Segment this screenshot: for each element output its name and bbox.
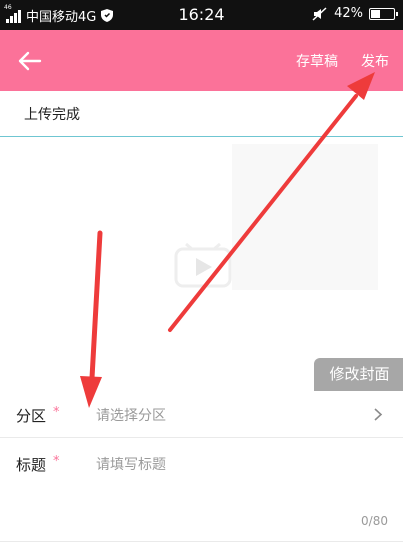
chevron-right-icon[interactable] [373, 407, 383, 422]
mute-icon [312, 6, 327, 21]
header-bar: 存草稿 发布 [0, 30, 403, 91]
status-right: 42% [312, 6, 398, 21]
upload-status-bar: 上传完成 [0, 91, 403, 137]
save-draft-button[interactable]: 存草稿 [296, 51, 338, 71]
title-row: 标题 * 请填写标题 0/80 [0, 438, 403, 542]
back-arrow-icon[interactable] [16, 47, 46, 75]
battery-percent: 42% [334, 6, 363, 21]
title-input[interactable]: 请填写标题 [96, 454, 166, 474]
status-bar: 46 中国移动4G 16:24 42% [0, 0, 403, 30]
title-label: 标题 [16, 456, 47, 474]
battery-fill [371, 9, 380, 18]
play-icon[interactable] [174, 243, 232, 288]
publish-button[interactable]: 发布 [361, 51, 389, 71]
category-required-mark: * [53, 405, 60, 420]
category-row[interactable]: 分区 * 请选择分区 [0, 391, 403, 438]
title-required-mark: * [53, 454, 60, 469]
change-cover-button[interactable]: 修改封面 [314, 358, 403, 391]
battery-icon [369, 7, 398, 20]
category-select[interactable]: 请选择分区 [96, 405, 166, 425]
preview-thumbnail [232, 144, 378, 290]
upload-status-text: 上传完成 [24, 107, 80, 123]
title-char-counter: 0/80 [361, 514, 388, 528]
category-label: 分区 [16, 407, 47, 425]
